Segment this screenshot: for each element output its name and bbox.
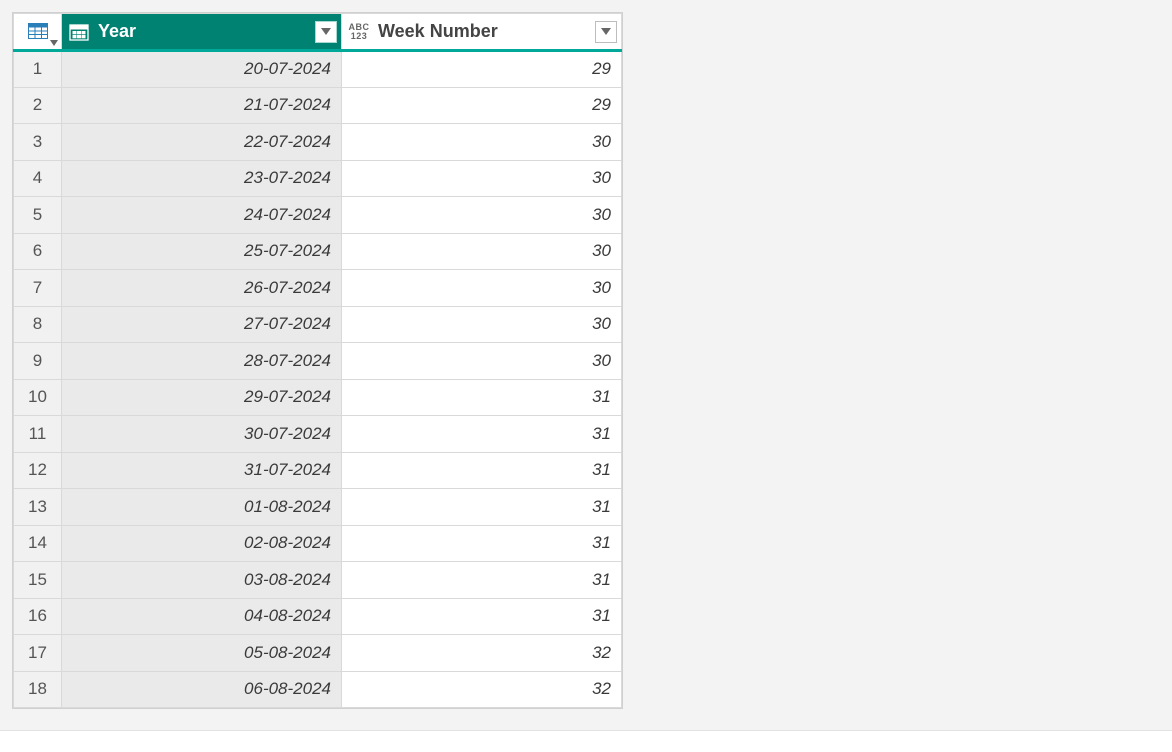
cell-year[interactable]: 23-07-2024 <box>62 160 342 197</box>
filter-button-year[interactable] <box>315 21 337 43</box>
row-number[interactable]: 8 <box>14 306 62 343</box>
table-row[interactable]: 1806-08-202432 <box>14 671 622 708</box>
header-row: Year ABC123 Week Number <box>14 14 622 51</box>
table-row[interactable]: 1503-08-202431 <box>14 562 622 599</box>
table-row[interactable]: 423-07-202430 <box>14 160 622 197</box>
cell-week-number[interactable]: 31 <box>342 598 622 635</box>
cell-year[interactable]: 28-07-2024 <box>62 343 342 380</box>
row-number[interactable]: 7 <box>14 270 62 307</box>
row-number[interactable]: 16 <box>14 598 62 635</box>
cell-year[interactable]: 27-07-2024 <box>62 306 342 343</box>
row-number[interactable]: 18 <box>14 671 62 708</box>
row-number[interactable]: 11 <box>14 416 62 453</box>
cell-year[interactable]: 24-07-2024 <box>62 197 342 234</box>
cell-year[interactable]: 29-07-2024 <box>62 379 342 416</box>
cell-year[interactable]: 06-08-2024 <box>62 671 342 708</box>
row-number[interactable]: 9 <box>14 343 62 380</box>
cell-week-number[interactable]: 29 <box>342 87 622 124</box>
table-row[interactable]: 1705-08-202432 <box>14 635 622 672</box>
table-row[interactable]: 928-07-202430 <box>14 343 622 380</box>
table-row[interactable]: 1029-07-202431 <box>14 379 622 416</box>
cell-week-number[interactable]: 29 <box>342 51 622 88</box>
column-label: Week Number <box>378 21 587 42</box>
cell-year[interactable]: 21-07-2024 <box>62 87 342 124</box>
table-row[interactable]: 1130-07-202431 <box>14 416 622 453</box>
row-number[interactable]: 14 <box>14 525 62 562</box>
table-icon <box>28 23 48 41</box>
cell-year[interactable]: 31-07-2024 <box>62 452 342 489</box>
column-header-year[interactable]: Year <box>62 14 342 51</box>
cell-week-number[interactable]: 31 <box>342 489 622 526</box>
table-row[interactable]: 1301-08-202431 <box>14 489 622 526</box>
cell-year[interactable]: 05-08-2024 <box>62 635 342 672</box>
cell-week-number[interactable]: 31 <box>342 562 622 599</box>
chevron-down-icon <box>50 40 58 46</box>
table-row[interactable]: 726-07-202430 <box>14 270 622 307</box>
cell-week-number[interactable]: 32 <box>342 635 622 672</box>
cell-week-number[interactable]: 30 <box>342 343 622 380</box>
table-row[interactable]: 322-07-202430 <box>14 124 622 161</box>
row-number[interactable]: 10 <box>14 379 62 416</box>
cell-week-number[interactable]: 30 <box>342 160 622 197</box>
cell-week-number[interactable]: 30 <box>342 124 622 161</box>
column-header-week-number[interactable]: ABC123 Week Number <box>342 14 622 51</box>
cell-week-number[interactable]: 31 <box>342 379 622 416</box>
chevron-down-icon <box>321 28 331 35</box>
cell-week-number[interactable]: 30 <box>342 270 622 307</box>
cell-week-number[interactable]: 32 <box>342 671 622 708</box>
table-row[interactable]: 221-07-202429 <box>14 87 622 124</box>
table-row[interactable]: 1604-08-202431 <box>14 598 622 635</box>
row-number[interactable]: 15 <box>14 562 62 599</box>
select-all-corner[interactable] <box>14 14 62 51</box>
cell-year[interactable]: 26-07-2024 <box>62 270 342 307</box>
cell-week-number[interactable]: 30 <box>342 306 622 343</box>
row-number[interactable]: 13 <box>14 489 62 526</box>
row-number[interactable]: 3 <box>14 124 62 161</box>
cell-year[interactable]: 04-08-2024 <box>62 598 342 635</box>
table-row[interactable]: 1231-07-202431 <box>14 452 622 489</box>
cell-week-number[interactable]: 30 <box>342 197 622 234</box>
table-row[interactable]: 1402-08-202431 <box>14 525 622 562</box>
table-row[interactable]: 524-07-202430 <box>14 197 622 234</box>
row-number[interactable]: 12 <box>14 452 62 489</box>
cell-year[interactable]: 22-07-2024 <box>62 124 342 161</box>
row-number[interactable]: 4 <box>14 160 62 197</box>
cell-week-number[interactable]: 31 <box>342 452 622 489</box>
table-row[interactable]: 120-07-202429 <box>14 51 622 88</box>
status-bar <box>0 730 1172 752</box>
table-row[interactable]: 625-07-202430 <box>14 233 622 270</box>
table: Year ABC123 Week Number <box>13 13 622 708</box>
chevron-down-icon <box>601 28 611 35</box>
filter-button-week-number[interactable] <box>595 21 617 43</box>
cell-year[interactable]: 01-08-2024 <box>62 489 342 526</box>
cell-week-number[interactable]: 30 <box>342 233 622 270</box>
cell-week-number[interactable]: 31 <box>342 525 622 562</box>
row-number[interactable]: 5 <box>14 197 62 234</box>
row-number[interactable]: 6 <box>14 233 62 270</box>
any-type-icon[interactable]: ABC123 <box>348 21 370 43</box>
row-number[interactable]: 2 <box>14 87 62 124</box>
cell-year[interactable]: 02-08-2024 <box>62 525 342 562</box>
cell-week-number[interactable]: 31 <box>342 416 622 453</box>
cell-year[interactable]: 30-07-2024 <box>62 416 342 453</box>
table-row[interactable]: 827-07-202430 <box>14 306 622 343</box>
cell-year[interactable]: 03-08-2024 <box>62 562 342 599</box>
date-type-icon[interactable] <box>68 21 90 43</box>
cell-year[interactable]: 20-07-2024 <box>62 51 342 88</box>
data-grid: Year ABC123 Week Number <box>12 12 623 709</box>
row-number[interactable]: 1 <box>14 51 62 88</box>
cell-year[interactable]: 25-07-2024 <box>62 233 342 270</box>
column-label: Year <box>98 21 307 42</box>
row-number[interactable]: 17 <box>14 635 62 672</box>
